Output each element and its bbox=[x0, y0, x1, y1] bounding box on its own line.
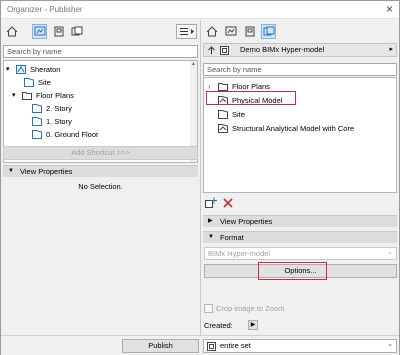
highlight-options-button bbox=[258, 262, 327, 280]
view-map-button[interactable] bbox=[32, 24, 47, 39]
chevron-down-icon[interactable]: ▾ bbox=[6, 63, 10, 76]
chevron-down-icon: ▼ bbox=[8, 168, 14, 174]
layout-book-icon bbox=[245, 26, 254, 37]
project-map-button[interactable] bbox=[4, 24, 19, 39]
chevron-down-icon: ▼ bbox=[208, 234, 214, 240]
view-map-icon bbox=[34, 26, 45, 36]
no-selection-text: No Selection. bbox=[78, 182, 123, 191]
left-search-input[interactable]: Search by name bbox=[3, 45, 198, 58]
format-label: Format bbox=[220, 233, 244, 242]
layout-book-icon bbox=[54, 26, 63, 37]
tree-item-label: 1. Story bbox=[46, 117, 72, 126]
story-icon bbox=[24, 78, 34, 87]
menu-icon bbox=[179, 28, 194, 35]
publisher-sets-button[interactable] bbox=[261, 24, 276, 39]
view-properties-header[interactable]: ▶ View Properties bbox=[203, 215, 397, 227]
publisher-icon bbox=[263, 26, 274, 36]
story-icon bbox=[218, 110, 228, 119]
story-icon bbox=[32, 130, 42, 139]
set-title: Demo BIMx Hyper-model bbox=[240, 45, 325, 54]
right-search-input[interactable]: Search by name bbox=[203, 63, 397, 76]
view-map-button[interactable] bbox=[223, 24, 238, 39]
chevron-down-icon[interactable]: ⌄ bbox=[387, 340, 393, 348]
house-icon bbox=[6, 26, 17, 37]
folder-icon bbox=[218, 83, 228, 91]
bottom-bar: Publish entire set ⌄ bbox=[1, 335, 399, 355]
view-properties-label: View Properties bbox=[20, 167, 73, 176]
close-icon[interactable]: × bbox=[386, 2, 393, 16]
window-title: Organizer - Publisher bbox=[7, 5, 83, 14]
layout-book-button[interactable] bbox=[51, 24, 66, 39]
story-icon bbox=[32, 117, 42, 126]
search-placeholder: Search by name bbox=[207, 65, 262, 74]
delete-icon[interactable] bbox=[223, 198, 233, 208]
format-select[interactable]: BIMx Hyper-model ⌄ bbox=[204, 247, 397, 260]
right-pane: Demo BIMx Hyper-model ▸ Search by name ›… bbox=[201, 20, 399, 335]
chevron-right-icon[interactable]: ▸ bbox=[389, 45, 393, 53]
title-bar: Organizer - Publisher × bbox=[1, 1, 399, 19]
tree-item-label: Structural Analytical Model with Core bbox=[232, 124, 355, 133]
house-icon bbox=[206, 26, 217, 37]
crop-checkbox[interactable] bbox=[204, 304, 213, 313]
publisher-sets-button[interactable] bbox=[69, 24, 84, 39]
publish-button[interactable]: Publish bbox=[122, 339, 199, 353]
set-icon bbox=[207, 342, 216, 351]
up-arrow-icon[interactable] bbox=[207, 46, 216, 55]
folder-icon bbox=[22, 92, 32, 100]
new-item-icon[interactable] bbox=[205, 197, 217, 208]
chevron-down-icon[interactable]: ⌄ bbox=[387, 248, 393, 256]
building-icon bbox=[16, 65, 26, 74]
left-pane: Search by name ▾ Sheraton Site ▾ Floor P… bbox=[1, 20, 200, 355]
highlight-physical-model bbox=[206, 91, 296, 105]
tree-item-label: Site bbox=[232, 110, 245, 119]
set-icon bbox=[220, 46, 229, 55]
organizer-window: Organizer - Publisher × Search by name ▾… bbox=[0, 0, 400, 355]
tree-item-label: Floor Plans bbox=[36, 91, 74, 100]
view-properties-header[interactable]: ▼ View Properties bbox=[3, 165, 198, 177]
tree-item-label: Site bbox=[38, 78, 51, 87]
publisher-set-header[interactable]: Demo BIMx Hyper-model ▸ bbox=[203, 43, 397, 57]
scroll-up-icon[interactable]: ▲ bbox=[190, 61, 197, 69]
add-shortcut-button[interactable]: Add Shortcut >>> bbox=[3, 146, 198, 160]
crop-label: Crop image to Zoom bbox=[216, 304, 285, 313]
view-properties-label: View Properties bbox=[220, 217, 273, 226]
model-icon bbox=[218, 124, 228, 133]
search-placeholder: Search by name bbox=[7, 47, 62, 56]
tree-item-label: Sheraton bbox=[30, 65, 61, 74]
created-play-icon[interactable]: ▶ bbox=[248, 320, 258, 330]
publisher-icon bbox=[71, 26, 82, 36]
story-icon bbox=[32, 104, 42, 113]
format-value: BIMx Hyper-model bbox=[208, 249, 271, 258]
layout-book-button[interactable] bbox=[242, 24, 257, 39]
set-value: entire set bbox=[220, 341, 251, 350]
created-label: Created: bbox=[204, 321, 233, 330]
project-map-button[interactable] bbox=[204, 24, 219, 39]
format-header[interactable]: ▼ Format bbox=[203, 231, 397, 243]
tree-item-label: 0. Ground Floor bbox=[46, 130, 99, 139]
tree-item-label: 2. Story bbox=[46, 104, 72, 113]
view-map-icon bbox=[225, 26, 236, 36]
chevron-right-icon: ▶ bbox=[208, 218, 213, 224]
chevron-down-icon[interactable]: ▾ bbox=[12, 89, 16, 102]
menu-button[interactable] bbox=[176, 24, 197, 39]
publish-set-select[interactable]: entire set ⌄ bbox=[203, 339, 397, 353]
